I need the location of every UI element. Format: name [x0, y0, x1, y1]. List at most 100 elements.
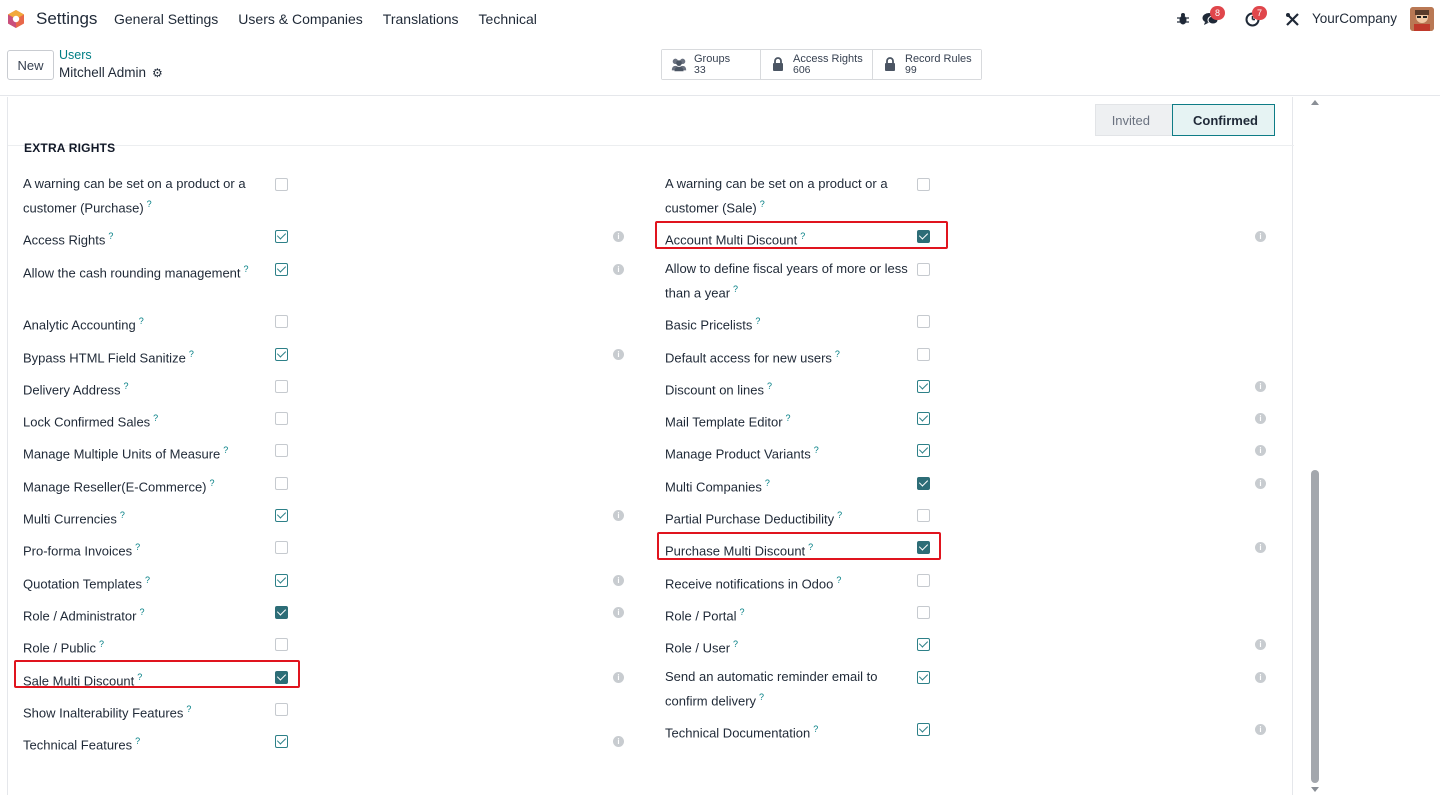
help-tooltip-icon[interactable]: ?	[124, 381, 129, 391]
info-icon[interactable]: i	[1255, 542, 1266, 553]
info-icon[interactable]: i	[613, 510, 624, 521]
checkbox-discount-on-lines[interactable]	[917, 380, 930, 393]
help-tooltip-icon[interactable]: ?	[759, 692, 764, 702]
debug-bug-icon[interactable]	[1174, 10, 1192, 28]
help-tooltip-icon[interactable]: ?	[760, 199, 765, 209]
app-title[interactable]: Settings	[36, 9, 97, 29]
help-tooltip-icon[interactable]: ?	[139, 607, 144, 617]
status-invited[interactable]: Invited	[1094, 104, 1172, 136]
help-tooltip-icon[interactable]: ?	[814, 445, 819, 455]
menu-general-settings[interactable]: General Settings	[114, 11, 218, 27]
checkbox-technical-features[interactable]	[275, 735, 288, 748]
help-tooltip-icon[interactable]: ?	[837, 510, 842, 520]
checkbox-mail-template-editor[interactable]	[917, 412, 930, 425]
info-icon[interactable]: i	[1255, 413, 1266, 424]
checkbox-default-access-for-new-users[interactable]	[917, 348, 930, 361]
help-tooltip-icon[interactable]: ?	[813, 724, 818, 734]
checkbox-a-warning-can-be-set-on-a-product-or-a-customer-purchase[interactable]	[275, 178, 288, 191]
checkbox-manage-product-variants[interactable]	[917, 444, 930, 457]
checkbox-access-rights[interactable]	[275, 230, 288, 243]
help-tooltip-icon[interactable]: ?	[210, 478, 215, 488]
checkbox-lock-confirmed-sales[interactable]	[275, 412, 288, 425]
menu-translations[interactable]: Translations	[383, 11, 459, 27]
help-tooltip-icon[interactable]: ?	[733, 284, 738, 294]
help-tooltip-icon[interactable]: ?	[765, 478, 770, 488]
checkbox-show-inalterability-features[interactable]	[275, 703, 288, 716]
checkbox-allow-the-cash-rounding-management[interactable]	[275, 263, 288, 276]
info-icon[interactable]: i	[1255, 445, 1266, 456]
status-confirmed[interactable]: Confirmed	[1172, 104, 1275, 136]
checkbox-technical-documentation[interactable]	[917, 723, 930, 736]
help-tooltip-icon[interactable]: ?	[244, 264, 249, 274]
help-tooltip-icon[interactable]: ?	[135, 736, 140, 746]
help-tooltip-icon[interactable]: ?	[135, 542, 140, 552]
checkbox-role-portal[interactable]	[917, 606, 930, 619]
checkbox-role-administrator[interactable]	[275, 606, 288, 619]
checkbox-multi-companies[interactable]	[917, 477, 930, 490]
checkbox-allow-to-define-fiscal-years-of-more-or-less-than-a-year[interactable]	[917, 263, 930, 276]
scroll-thumb[interactable]	[1311, 470, 1319, 783]
menu-technical[interactable]: Technical	[479, 11, 537, 27]
checkbox-bypass-html-field-sanitize[interactable]	[275, 348, 288, 361]
scroll-up-arrow-icon[interactable]	[1311, 100, 1319, 105]
checkbox-quotation-templates[interactable]	[275, 574, 288, 587]
help-tooltip-icon[interactable]: ?	[99, 639, 104, 649]
checkbox-manage-multiple-units-of-measure[interactable]	[275, 444, 288, 457]
checkbox-basic-pricelists[interactable]	[917, 315, 930, 328]
checkbox-receive-notifications-in-odoo[interactable]	[917, 574, 930, 587]
info-icon[interactable]: i	[613, 231, 624, 242]
access-rights-smart-button[interactable]: Access Rights 606	[761, 50, 873, 79]
info-icon[interactable]: i	[613, 672, 624, 683]
info-icon[interactable]: i	[1255, 672, 1266, 683]
info-icon[interactable]: i	[1255, 639, 1266, 650]
help-tooltip-icon[interactable]: ?	[836, 575, 841, 585]
scroll-down-arrow-icon[interactable]	[1311, 787, 1319, 792]
info-icon[interactable]: i	[613, 575, 624, 586]
help-tooltip-icon[interactable]: ?	[108, 231, 113, 241]
activities-clock-icon[interactable]: 7	[1243, 6, 1267, 28]
info-icon[interactable]: i	[613, 607, 624, 618]
help-tooltip-icon[interactable]: ?	[139, 316, 144, 326]
checkbox-role-user[interactable]	[917, 638, 930, 651]
new-button[interactable]: New	[7, 50, 54, 80]
checkbox-send-an-automatic-reminder-email-to-confirm-delivery[interactable]	[917, 671, 930, 684]
help-tooltip-icon[interactable]: ?	[186, 704, 191, 714]
help-tooltip-icon[interactable]: ?	[189, 349, 194, 359]
gear-icon[interactable]: ⚙	[152, 66, 163, 80]
help-tooltip-icon[interactable]: ?	[145, 575, 150, 585]
messages-icon[interactable]: 8	[1201, 6, 1225, 28]
info-icon[interactable]: i	[613, 736, 624, 747]
checkbox-a-warning-can-be-set-on-a-product-or-a-customer-sale[interactable]	[917, 178, 930, 191]
info-icon[interactable]: i	[613, 264, 624, 275]
checkbox-manage-reseller-e-commerce[interactable]	[275, 477, 288, 490]
help-tooltip-icon[interactable]: ?	[740, 607, 745, 617]
vertical-scrollbar[interactable]	[1310, 97, 1320, 795]
help-tooltip-icon[interactable]: ?	[120, 510, 125, 520]
checkbox-partial-purchase-deductibility[interactable]	[917, 509, 930, 522]
user-avatar[interactable]	[1410, 7, 1434, 31]
company-switcher[interactable]: YourCompany	[1312, 11, 1397, 26]
help-tooltip-icon[interactable]: ?	[733, 639, 738, 649]
help-tooltip-icon[interactable]: ?	[786, 413, 791, 423]
breadcrumb-users[interactable]: Users	[59, 48, 92, 62]
odoo-logo-icon[interactable]	[7, 9, 25, 29]
info-icon[interactable]: i	[1255, 478, 1266, 489]
help-tooltip-icon[interactable]: ?	[147, 199, 152, 209]
help-tooltip-icon[interactable]: ?	[755, 316, 760, 326]
checkbox-multi-currencies[interactable]	[275, 509, 288, 522]
checkbox-pro-forma-invoices[interactable]	[275, 541, 288, 554]
help-tooltip-icon[interactable]: ?	[767, 381, 772, 391]
checkbox-role-public[interactable]	[275, 638, 288, 651]
info-icon[interactable]: i	[1255, 724, 1266, 735]
tools-icon[interactable]	[1283, 10, 1301, 28]
groups-smart-button[interactable]: Groups 33	[662, 50, 761, 79]
help-tooltip-icon[interactable]: ?	[153, 413, 158, 423]
info-icon[interactable]: i	[1255, 381, 1266, 392]
info-icon[interactable]: i	[613, 349, 624, 360]
record-rules-smart-button[interactable]: Record Rules 99	[873, 50, 981, 79]
menu-users-companies[interactable]: Users & Companies	[238, 11, 363, 27]
help-tooltip-icon[interactable]: ?	[835, 349, 840, 359]
help-tooltip-icon[interactable]: ?	[223, 445, 228, 455]
checkbox-analytic-accounting[interactable]	[275, 315, 288, 328]
checkbox-delivery-address[interactable]	[275, 380, 288, 393]
